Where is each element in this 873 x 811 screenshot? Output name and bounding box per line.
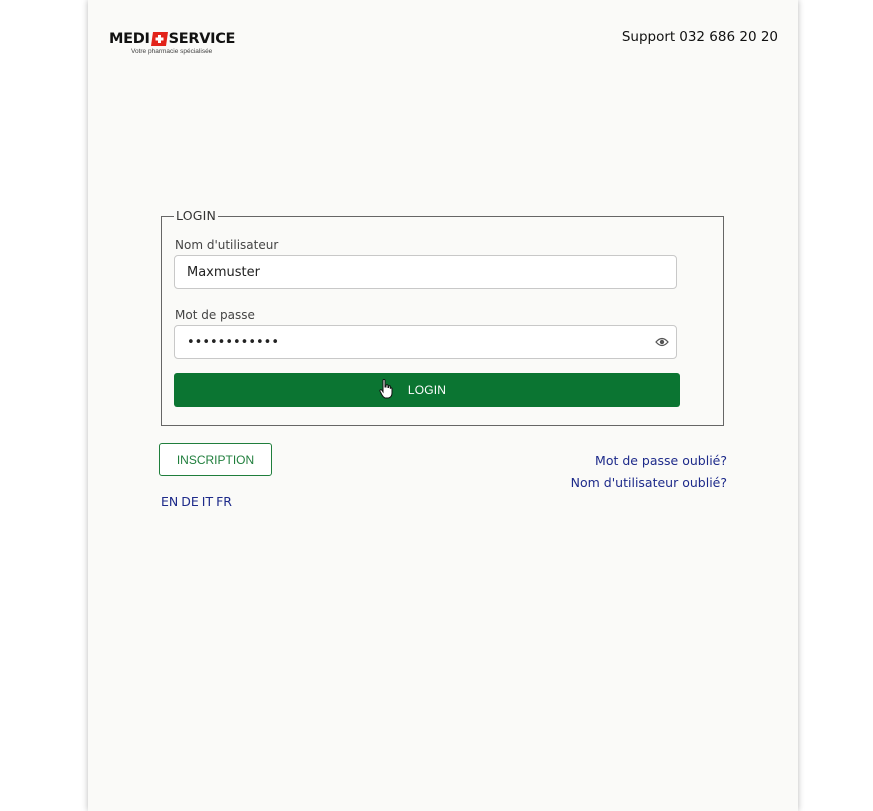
logo-text-left: MEDI [109, 31, 150, 47]
lang-it[interactable]: IT [202, 494, 213, 509]
lang-en[interactable]: EN [161, 494, 178, 509]
eye-icon[interactable] [655, 336, 669, 351]
username-value: Maxmuster [187, 264, 260, 280]
forgot-password-link[interactable]: Mot de passe oublié? [571, 450, 727, 472]
lang-de[interactable]: DE [181, 494, 199, 509]
recovery-links: Mot de passe oublié? Nom d'utilisateur o… [571, 450, 727, 494]
password-input[interactable]: •••••••••••• [174, 325, 677, 359]
login-legend: LOGIN [174, 208, 219, 223]
logo-wordmark: MEDI SERVICE [109, 31, 235, 47]
logo-tagline: Votre pharmacie spécialisée [131, 48, 213, 55]
language-switcher: EN DE IT FR [161, 494, 235, 509]
support-label: Support [621, 29, 676, 45]
lang-fr[interactable]: FR [216, 494, 232, 509]
password-label: Mot de passe [175, 308, 255, 322]
username-label: Nom d'utilisateur [175, 238, 279, 252]
login-fieldset: LOGIN Nom d'utilisateur Maxmuster Mot de… [161, 208, 724, 426]
forgot-username-link[interactable]: Nom d'utilisateur oublié? [571, 472, 727, 494]
page-container: MEDI SERVICE Votre pharmacie spécialisée… [88, 0, 798, 811]
support-contact: Support 032 686 20 20 [622, 29, 778, 45]
login-button[interactable]: LOGIN [174, 373, 680, 407]
hand-pointer-icon [379, 378, 393, 402]
username-input[interactable]: Maxmuster [174, 255, 677, 289]
login-button-label: LOGIN [407, 383, 447, 397]
password-value: •••••••••••• [187, 334, 280, 350]
inscription-button[interactable]: INSCRIPTION [159, 443, 272, 476]
swiss-cross-icon [150, 32, 168, 46]
medi-service-logo[interactable]: MEDI SERVICE Votre pharmacie spécialisée [109, 31, 235, 56]
support-phone[interactable]: 032 686 20 20 [679, 29, 778, 45]
logo-text-right: SERVICE [168, 31, 236, 47]
